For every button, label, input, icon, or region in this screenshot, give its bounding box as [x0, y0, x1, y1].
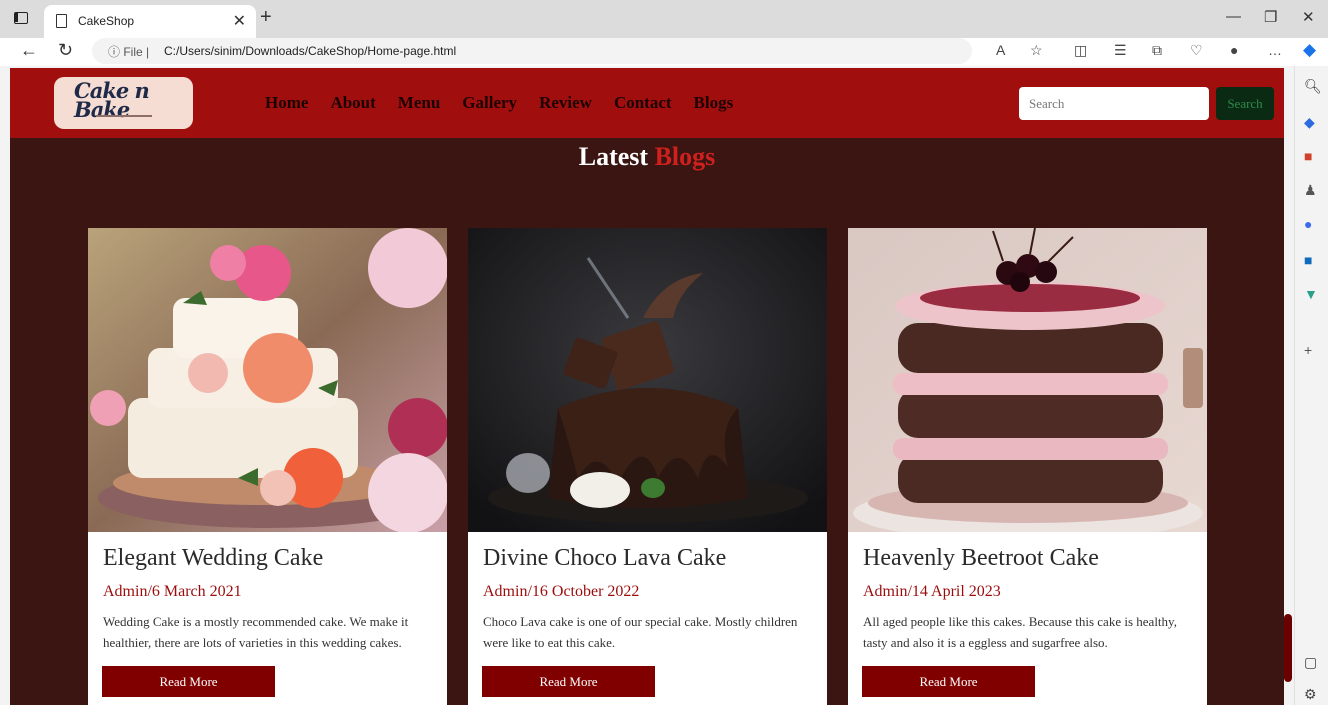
read-more-button[interactable]: Read More — [482, 666, 655, 697]
site-navbar: Cake n Bake Home About Menu Gallery Revi… — [10, 68, 1284, 138]
nav-menu[interactable]: Menu — [398, 93, 441, 113]
nav-gallery[interactable]: Gallery — [462, 93, 517, 113]
section-title-accent: Blogs — [654, 142, 716, 171]
nav-contact[interactable]: Contact — [614, 93, 672, 113]
site-info-label[interactable]: ⓘ File | — [108, 43, 149, 60]
blog-card: Divine Choco Lava Cake Admin/16 October … — [468, 228, 827, 705]
blog-card: Elegant Wedding Cake Admin/6 March 2021 … — [88, 228, 447, 705]
card-text: Wedding Cake is a mostly recommended cak… — [103, 614, 409, 650]
profile-icon[interactable]: ● — [1230, 42, 1238, 58]
split-screen-icon[interactable]: ◫ — [1074, 42, 1087, 59]
page-icon — [56, 14, 67, 28]
back-icon[interactable]: ← — [20, 40, 38, 61]
restore-icon[interactable]: ❐ — [1264, 8, 1277, 26]
site-logo[interactable]: Cake n Bake — [54, 77, 193, 129]
tools-icon[interactable]: ■ — [1304, 148, 1312, 164]
card-title: Elegant Wedding Cake — [103, 545, 324, 571]
search-button[interactable]: Search — [1216, 87, 1274, 120]
settings-gear-icon[interactable]: ⚙ — [1304, 686, 1317, 703]
url-text: C:/Users/sinim/Downloads/CakeShop/Home-p… — [164, 44, 457, 58]
beetroot-cake-image — [848, 228, 1207, 532]
search-input[interactable] — [1019, 87, 1209, 120]
url-field[interactable]: ⓘ File | C:/Users/sinim/Downloads/CakeSh… — [92, 38, 972, 64]
read-more-button[interactable]: Read More — [102, 666, 275, 697]
tab-actions-icon[interactable] — [12, 10, 30, 28]
search-icon[interactable]: 🔍︎ — [1304, 78, 1322, 95]
more-menu-icon[interactable]: … — [1268, 42, 1282, 58]
sidebar-toggle-icon[interactable]: ▢ — [1304, 654, 1317, 671]
drop-icon[interactable]: ▼ — [1304, 286, 1318, 302]
choco-lava-cake-image — [468, 228, 827, 532]
read-aloud-icon[interactable]: A — [996, 42, 1005, 58]
card-title: Divine Choco Lava Cake — [483, 545, 727, 571]
card-title: Heavenly Beetroot Cake — [863, 545, 1099, 571]
browser-tab[interactable]: CakeShop ✕ — [44, 5, 256, 38]
close-tab-icon[interactable]: ✕ — [233, 11, 246, 31]
blog-card: Heavenly Beetroot Cake Admin/14 April 20… — [848, 228, 1207, 705]
card-meta: Admin/6 March 2021 — [103, 583, 242, 600]
new-tab-icon[interactable]: + — [260, 6, 272, 29]
favorite-star-icon[interactable]: ☆ — [1030, 42, 1043, 59]
card-meta: Admin/14 April 2023 — [863, 583, 1001, 600]
page-scrollbar-thumb[interactable] — [1284, 614, 1292, 682]
section-title: Latest Blogs — [10, 142, 1284, 172]
logo-underline — [96, 115, 152, 117]
minimize-icon[interactable]: — — [1226, 8, 1241, 25]
add-icon[interactable]: + — [1304, 342, 1312, 358]
browser-essentials-icon[interactable]: ♡ — [1190, 42, 1203, 59]
tab-title: CakeShop — [78, 14, 135, 28]
browser-sidebar: 🔍︎ ◆ ■ ♟ ● ■ ▼ + ▢ ⚙ — [1294, 66, 1328, 705]
card-text: Choco Lava cake is one of our special ca… — [483, 614, 798, 650]
games-icon[interactable]: ♟ — [1304, 182, 1317, 199]
outlook-icon[interactable]: ■ — [1304, 252, 1312, 268]
close-window-icon[interactable]: ✕ — [1302, 8, 1315, 26]
wedding-cake-image — [88, 228, 447, 532]
nav-blogs[interactable]: Blogs — [694, 93, 734, 113]
nav-review[interactable]: Review — [539, 93, 592, 113]
nav-about[interactable]: About — [330, 93, 375, 113]
shopping-tag-icon[interactable]: ◆ — [1304, 114, 1315, 131]
copilot-icon[interactable]: ◆ — [1303, 40, 1316, 60]
nav-home[interactable]: Home — [265, 93, 308, 113]
collections-icon[interactable]: ⧉ — [1152, 42, 1162, 59]
web-page: Cake n Bake Home About Menu Gallery Revi… — [10, 68, 1284, 705]
browser-tab-bar: CakeShop ✕ + — ❐ ✕ — [0, 0, 1328, 38]
card-text: All aged people like this cakes. Because… — [863, 614, 1177, 650]
refresh-icon[interactable]: ↻ — [58, 40, 73, 61]
section-title-main: Latest — [578, 142, 649, 171]
browser-address-bar: ← ↻ ⓘ File | C:/Users/sinim/Downloads/Ca… — [0, 38, 1328, 66]
logo-text: Cake n Bake — [74, 78, 150, 122]
favorites-icon[interactable]: ☰ — [1114, 42, 1127, 59]
read-more-button[interactable]: Read More — [862, 666, 1035, 697]
m365-icon[interactable]: ● — [1304, 216, 1312, 232]
card-meta: Admin/16 October 2022 — [483, 583, 640, 600]
site-nav: Home About Menu Gallery Review Contact B… — [265, 93, 755, 113]
